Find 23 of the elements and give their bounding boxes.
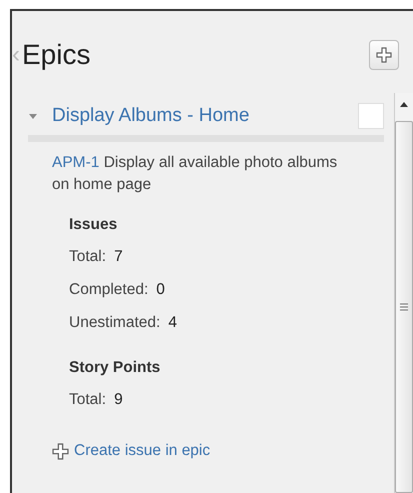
panel-title: Epics — [22, 39, 92, 71]
stat-label: Total: — [69, 390, 106, 408]
epic-title[interactable]: Display Albums - Home — [46, 105, 350, 127]
create-issue-link[interactable]: Create issue in epic — [52, 442, 210, 460]
stat-value: 7 — [114, 248, 123, 266]
caret-icon[interactable] — [28, 112, 38, 120]
stat-value: 4 — [168, 314, 177, 332]
epic-checkbox[interactable] — [358, 103, 384, 129]
issue-key-link[interactable]: APM-1 — [52, 154, 100, 171]
stat-label: Unestimated: — [69, 314, 160, 332]
plus-icon — [52, 442, 69, 460]
plus-icon — [376, 47, 392, 63]
epic-description: APM-1 Display all available photo albums on home page — [52, 153, 338, 195]
scrollbar[interactable] — [394, 93, 413, 493]
group-heading: Issues — [69, 216, 118, 234]
group-heading: Story Points — [69, 359, 162, 377]
scroll-up-icon[interactable] — [400, 101, 408, 107]
add-button[interactable] — [369, 40, 399, 70]
grip-icon — [400, 303, 408, 311]
stat-label: Total: — [69, 248, 106, 266]
stat-label: Completed: — [69, 280, 148, 298]
stat-value: 0 — [156, 280, 165, 298]
stat-value: 9 — [114, 390, 123, 408]
